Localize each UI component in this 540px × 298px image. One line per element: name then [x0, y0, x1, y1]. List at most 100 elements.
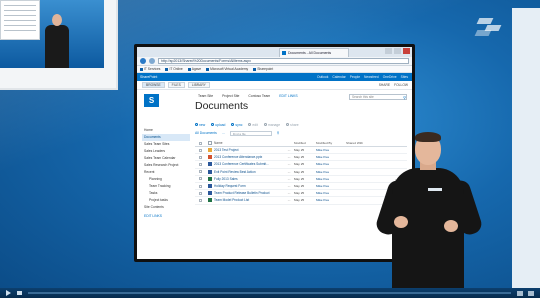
- file-type-icon: [205, 162, 214, 167]
- quick-launch-subitem[interactable]: Project tasks: [142, 197, 190, 204]
- item-menu-button[interactable]: ...: [284, 191, 294, 195]
- row-checkbox[interactable]: [195, 191, 205, 195]
- suite-link-newsfeed[interactable]: Newsfeed: [364, 75, 379, 79]
- play-icon[interactable]: [6, 290, 11, 296]
- quick-launch-item[interactable]: Home: [142, 127, 190, 134]
- modified-by-link[interactable]: Mike Pea: [316, 155, 346, 159]
- sync-button[interactable]: sync: [231, 123, 242, 127]
- browser-tab[interactable]: Documents - All Documents: [279, 48, 349, 57]
- favorite-link[interactable]: IT Services: [140, 67, 160, 71]
- address-input[interactable]: http://sp2013/Shared%20Documents/Forms/A…: [158, 58, 409, 64]
- modified-by-link[interactable]: Mike Pea: [316, 177, 346, 181]
- row-checkbox[interactable]: [195, 170, 205, 174]
- modified-by-link[interactable]: Mike Pea: [316, 148, 346, 152]
- file-name-link[interactable]: Holiday Request Form: [214, 184, 284, 188]
- back-icon[interactable]: [140, 58, 146, 64]
- item-menu-button[interactable]: ...: [284, 184, 294, 188]
- top-nav-team-site[interactable]: Team Site: [196, 93, 215, 99]
- minimize-icon[interactable]: [385, 48, 392, 54]
- site-search-input[interactable]: Search this site: [349, 94, 407, 100]
- quick-launch-item[interactable]: Sales Research Project: [142, 162, 190, 169]
- more-views-button[interactable]: ...: [222, 131, 225, 135]
- select-all-checkbox[interactable]: [195, 141, 205, 145]
- row-checkbox[interactable]: [195, 198, 205, 202]
- item-menu-button[interactable]: ...: [284, 198, 294, 202]
- top-nav-contoso[interactable]: Contoso Team: [246, 93, 272, 99]
- tab-files[interactable]: FILES: [167, 82, 185, 88]
- modified-by-link[interactable]: Mike Pea: [316, 198, 346, 202]
- volume-icon[interactable]: [17, 291, 22, 295]
- favorite-link[interactable]: Agave: [187, 67, 201, 71]
- file-name-link[interactable]: Team Product Release Bulletin Product: [214, 191, 284, 195]
- suite-link-onedrive[interactable]: OneDrive: [383, 75, 397, 79]
- file-name-link[interactable]: Fully 2013 Sales: [214, 177, 284, 181]
- quick-launch-item[interactable]: Sales Team Calendar: [142, 155, 190, 162]
- share-button[interactable]: SHARE: [379, 83, 390, 87]
- suite-link-outlook[interactable]: Outlook: [317, 75, 328, 79]
- file-name-link[interactable]: 2013 Conference Attendance.pptx: [214, 155, 284, 159]
- find-file-input[interactable]: Find a file: [229, 130, 272, 136]
- manage-button[interactable]: manage: [263, 123, 280, 127]
- suite-brand[interactable]: SharePoint: [140, 75, 157, 79]
- share-command-button[interactable]: share: [286, 123, 299, 127]
- column-name[interactable]: Name: [214, 141, 284, 145]
- file-name-link[interactable]: Exit Point Review Best Action: [214, 170, 284, 174]
- edit-links-button[interactable]: EDIT LINKS: [277, 93, 299, 99]
- favorite-link[interactable]: IT Online: [165, 67, 183, 71]
- quick-launch-subitem[interactable]: Team Tracking: [142, 183, 190, 190]
- top-nav-project-site[interactable]: Project Site: [220, 93, 241, 99]
- fullscreen-icon[interactable]: [528, 290, 534, 296]
- item-menu-button[interactable]: ...: [284, 170, 294, 174]
- favorite-link[interactable]: Sharepoint: [253, 67, 273, 71]
- forward-icon[interactable]: [149, 58, 155, 64]
- quick-launch-subitem[interactable]: Planning: [142, 176, 190, 183]
- row-checkbox[interactable]: [195, 177, 205, 181]
- row-checkbox[interactable]: [195, 155, 205, 159]
- quick-launch-item[interactable]: Site Contents: [142, 204, 190, 211]
- follow-button[interactable]: FOLLOW: [394, 83, 408, 87]
- item-menu-button[interactable]: ...: [284, 177, 294, 181]
- suite-link-people[interactable]: People: [350, 75, 360, 79]
- quick-launch-item[interactable]: Documents: [142, 134, 190, 141]
- item-menu-button[interactable]: ...: [284, 162, 294, 166]
- tab-library[interactable]: LIBRARY: [187, 82, 210, 88]
- find-search-icon[interactable]: ⚲: [277, 131, 280, 135]
- file-name-link[interactable]: 2013 Test Project: [214, 148, 284, 152]
- modified-by-link[interactable]: Mike Pea: [316, 162, 346, 166]
- picture-in-picture-window[interactable]: [0, 0, 118, 90]
- upload-button[interactable]: upload: [211, 123, 225, 127]
- row-checkbox[interactable]: [195, 162, 205, 166]
- search-icon[interactable]: ⚲: [403, 95, 406, 100]
- maximize-icon[interactable]: [394, 48, 401, 54]
- seek-bar[interactable]: [28, 292, 511, 294]
- file-type-icon: [205, 191, 214, 196]
- ribbon-actions: SHARE FOLLOW: [379, 83, 408, 87]
- modified-by-link[interactable]: Mike Pea: [316, 184, 346, 188]
- quick-launch-item[interactable]: Sales Team Sites: [142, 141, 190, 148]
- close-icon[interactable]: [403, 48, 410, 54]
- new-button[interactable]: new: [195, 123, 205, 127]
- modified-by-link[interactable]: Mike Pea: [316, 191, 346, 195]
- file-name-link[interactable]: 2013 Conference Certificates Submit...: [214, 162, 284, 166]
- column-modified[interactable]: Modified: [294, 141, 316, 145]
- sharepoint-logo-icon[interactable]: S: [144, 94, 159, 107]
- item-menu-button[interactable]: ...: [284, 155, 294, 159]
- quick-launch-subitem[interactable]: Tasks: [142, 190, 190, 197]
- quick-launch-item[interactable]: Recent: [142, 169, 190, 176]
- quick-launch-item[interactable]: Sales Leaders: [142, 148, 190, 155]
- quick-launch-edit-links[interactable]: EDIT LINKS: [142, 213, 190, 220]
- file-name-link[interactable]: Team Model Product List: [214, 198, 284, 202]
- item-menu-button[interactable]: ...: [284, 148, 294, 152]
- suite-link-calendar[interactable]: Calendar: [332, 75, 345, 79]
- row-checkbox[interactable]: [195, 148, 205, 152]
- favorite-link[interactable]: Microsoft Virtual Academy: [206, 67, 248, 71]
- column-modified-by[interactable]: Modified By: [316, 141, 346, 145]
- settings-icon[interactable]: [517, 290, 523, 296]
- view-all-documents[interactable]: All Documents: [195, 131, 217, 135]
- modified-by-link[interactable]: Mike Pea: [316, 170, 346, 174]
- tab-browse[interactable]: BROWSE: [142, 82, 165, 88]
- suite-link-sites[interactable]: Sites: [401, 75, 408, 79]
- row-checkbox[interactable]: [195, 184, 205, 188]
- edit-button[interactable]: edit: [248, 123, 258, 127]
- file-type-icon: [205, 176, 214, 181]
